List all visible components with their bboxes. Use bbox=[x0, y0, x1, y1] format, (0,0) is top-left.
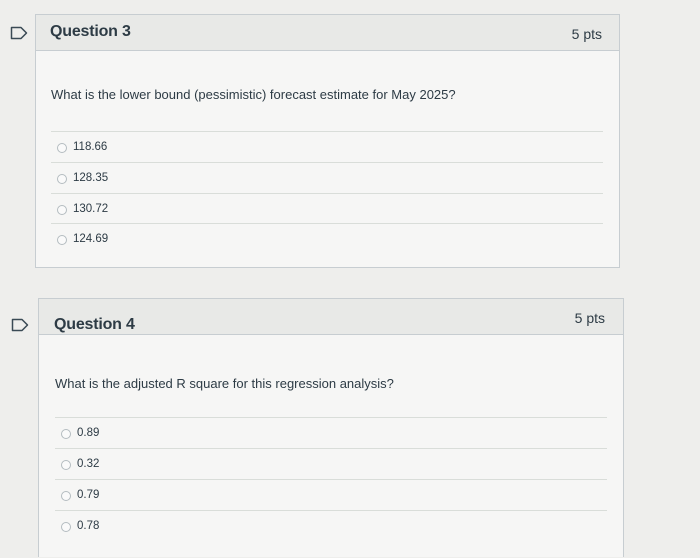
question-points: 5 pts bbox=[574, 310, 605, 326]
answer-option[interactable]: 0.32 bbox=[55, 448, 607, 478]
radio-button[interactable] bbox=[61, 491, 71, 501]
answer-label: 118.66 bbox=[73, 141, 108, 153]
question-title: Question 3 bbox=[50, 23, 131, 40]
answer-option[interactable]: 128.35 bbox=[51, 162, 603, 192]
flag-question-icon[interactable] bbox=[11, 318, 29, 332]
radio-button[interactable] bbox=[57, 143, 67, 153]
question-points: 5 pts bbox=[571, 26, 602, 42]
answer-option[interactable]: 0.79 bbox=[55, 479, 607, 509]
question-4-card: Question 4 5 pts What is the adjusted R … bbox=[38, 298, 624, 557]
radio-button[interactable] bbox=[61, 460, 71, 470]
answer-list: 0.89 0.32 0.79 0.78 bbox=[55, 417, 607, 558]
answer-option[interactable]: 0.89 bbox=[55, 417, 607, 447]
radio-button[interactable] bbox=[57, 205, 67, 215]
answer-label: 124.69 bbox=[73, 233, 109, 245]
radio-button[interactable] bbox=[61, 522, 71, 532]
question-text: What is the adjusted R square for this r… bbox=[55, 376, 394, 391]
answer-label: 0.79 bbox=[77, 489, 100, 501]
question-text: What is the lower bound (pessimistic) fo… bbox=[51, 87, 456, 102]
answer-option[interactable]: 124.69 bbox=[51, 223, 603, 253]
answer-label: 128.35 bbox=[73, 172, 109, 184]
answer-label: 130.72 bbox=[73, 203, 109, 215]
answer-label: 0.32 bbox=[77, 458, 100, 470]
question-title: Question 4 bbox=[54, 316, 135, 333]
question-3-header: Question 3 5 pts bbox=[36, 15, 619, 51]
question-3-card: Question 3 5 pts What is the lower bound… bbox=[35, 14, 620, 268]
radio-button[interactable] bbox=[57, 174, 67, 184]
answer-option[interactable]: 130.72 bbox=[51, 193, 603, 223]
answer-option[interactable]: 118.66 bbox=[51, 131, 603, 161]
answer-label: 0.78 bbox=[77, 520, 100, 532]
answer-list: 118.66 128.35 130.72 124.69 bbox=[51, 131, 603, 255]
flag-question-icon[interactable] bbox=[10, 26, 28, 40]
radio-button[interactable] bbox=[61, 429, 71, 439]
answer-option[interactable]: 0.78 bbox=[55, 510, 607, 540]
radio-button[interactable] bbox=[57, 235, 67, 245]
question-4-header: Question 4 5 pts bbox=[39, 299, 623, 335]
answer-label: 0.89 bbox=[77, 427, 100, 439]
